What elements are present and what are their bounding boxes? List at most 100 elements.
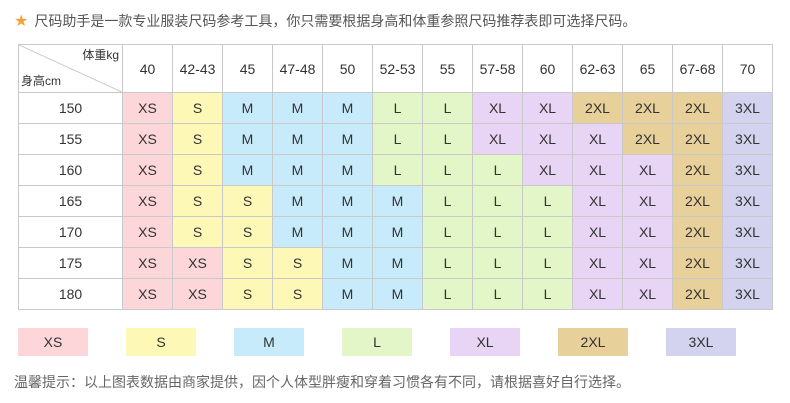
size-cell: XL	[572, 154, 623, 186]
table-row: 170 XS S S M M M L L L XL XL 2XL 3XL	[18, 216, 773, 248]
size-cell: M	[372, 185, 423, 217]
size-cell: XL	[522, 92, 573, 124]
height-header: 175	[18, 247, 123, 279]
size-cell: XS	[122, 123, 173, 155]
size-cell: M	[322, 123, 373, 155]
weight-header: 40	[122, 44, 173, 93]
size-cell: 2XL	[672, 92, 723, 124]
weight-header: 52-53	[372, 44, 423, 93]
height-header: 160	[18, 154, 123, 186]
size-cell: XS	[122, 247, 173, 279]
table-row: 165 XS S S M M M L L L XL XL 2XL 3XL	[18, 185, 773, 217]
size-cell: XL	[622, 216, 673, 248]
size-cell: 3XL	[722, 278, 773, 310]
weight-header: 70	[722, 44, 773, 93]
size-cell: XL	[622, 278, 673, 310]
size-cell: XL	[572, 216, 623, 248]
size-cell: 3XL	[722, 123, 773, 155]
size-cell: S	[172, 185, 223, 217]
header: ★ 尺码助手是一款专业服装尺码参考工具，你只需要根据身高和体重参照尺码推荐表即可…	[14, 8, 636, 34]
size-cell: L	[472, 154, 523, 186]
size-cell: 2XL	[672, 216, 723, 248]
height-header: 165	[18, 185, 123, 217]
size-cell: 3XL	[722, 92, 773, 124]
size-cell: S	[172, 123, 223, 155]
size-cell: XS	[122, 92, 173, 124]
size-cell: L	[422, 154, 473, 186]
size-cell: XL	[622, 154, 673, 186]
size-cell: 2XL	[672, 278, 723, 310]
size-cell: L	[372, 123, 423, 155]
size-cell: XL	[522, 123, 573, 155]
legend-chip: 3XL	[666, 328, 736, 356]
size-cell: XS	[122, 216, 173, 248]
size-cell: 2XL	[622, 92, 673, 124]
size-cell: L	[522, 185, 573, 217]
size-cell: M	[272, 185, 323, 217]
legend-chip: XS	[18, 328, 88, 356]
size-cell: S	[272, 278, 323, 310]
size-cell: M	[272, 123, 323, 155]
size-cell: L	[372, 154, 423, 186]
height-header: 150	[18, 92, 123, 124]
size-cell: S	[222, 278, 273, 310]
weight-header: 45	[222, 44, 273, 93]
size-cell: XL	[622, 247, 673, 279]
size-cell: XL	[472, 123, 523, 155]
legend-chip: S	[126, 328, 196, 356]
size-cell: XL	[572, 185, 623, 217]
size-cell: M	[322, 247, 373, 279]
table-row: 155 XS S M M M L L XL XL XL 2XL 2XL 3XL	[18, 123, 773, 155]
size-cell: 3XL	[722, 154, 773, 186]
table-row: 160 XS S M M M L L L XL XL XL 2XL 3XL	[18, 154, 773, 186]
size-cell: S	[272, 247, 323, 279]
size-cell: XS	[122, 278, 173, 310]
size-cell: 3XL	[722, 216, 773, 248]
size-cell: XS	[172, 278, 223, 310]
table-row: 150 XS S M M M L L XL XL 2XL 2XL 2XL 3XL	[18, 92, 773, 124]
size-cell: S	[172, 216, 223, 248]
height-header: 155	[18, 123, 123, 155]
size-cell: XL	[522, 154, 573, 186]
size-legend: XS S M L XL 2XL 3XL	[18, 328, 736, 356]
table-row: 180 XS XS S S M M L L L XL XL 2XL 3XL	[18, 278, 773, 310]
size-cell: 2XL	[672, 123, 723, 155]
weight-axis-label: 体重kg	[82, 48, 119, 62]
legend-chip: L	[342, 328, 412, 356]
size-cell: S	[172, 92, 223, 124]
size-cell: XL	[472, 92, 523, 124]
size-cell: M	[372, 216, 423, 248]
size-cell: M	[222, 154, 273, 186]
size-cell: L	[422, 247, 473, 279]
corner-cell: 体重kg 身高cm	[18, 44, 123, 93]
size-cell: XL	[572, 123, 623, 155]
size-cell: M	[372, 278, 423, 310]
size-cell: M	[272, 216, 323, 248]
size-cell: 2XL	[672, 247, 723, 279]
size-cell: 2XL	[672, 185, 723, 217]
tip-note: 温馨提示：以上图表数据由商家提供，因个人体型胖瘦和穿着习惯各有不同，请根据喜好自…	[14, 375, 630, 391]
size-cell: S	[172, 154, 223, 186]
size-cell: XS	[172, 247, 223, 279]
size-cell: 3XL	[722, 247, 773, 279]
size-cell: 3XL	[722, 185, 773, 217]
table-row: 175 XS XS S S M M L L L XL XL 2XL 3XL	[18, 247, 773, 279]
size-cell: 2XL	[622, 123, 673, 155]
size-cell: L	[472, 185, 523, 217]
size-cell: L	[372, 92, 423, 124]
weight-header: 57-58	[472, 44, 523, 93]
size-cell: L	[472, 216, 523, 248]
size-cell: S	[222, 247, 273, 279]
weight-header: 55	[422, 44, 473, 93]
size-chart-table: 体重kg 身高cm 40 42-43 45 47-48 50 52-53 55 57-58 60…	[18, 44, 773, 310]
legend-chip: XL	[450, 328, 520, 356]
size-cell: L	[472, 278, 523, 310]
size-cell: L	[422, 216, 473, 248]
weight-header: 47-48	[272, 44, 323, 93]
size-cell: XL	[622, 185, 673, 217]
size-cell: L	[522, 278, 573, 310]
size-cell: M	[222, 92, 273, 124]
size-cell: 2XL	[672, 154, 723, 186]
size-cell: M	[372, 247, 423, 279]
size-cell: XL	[572, 247, 623, 279]
